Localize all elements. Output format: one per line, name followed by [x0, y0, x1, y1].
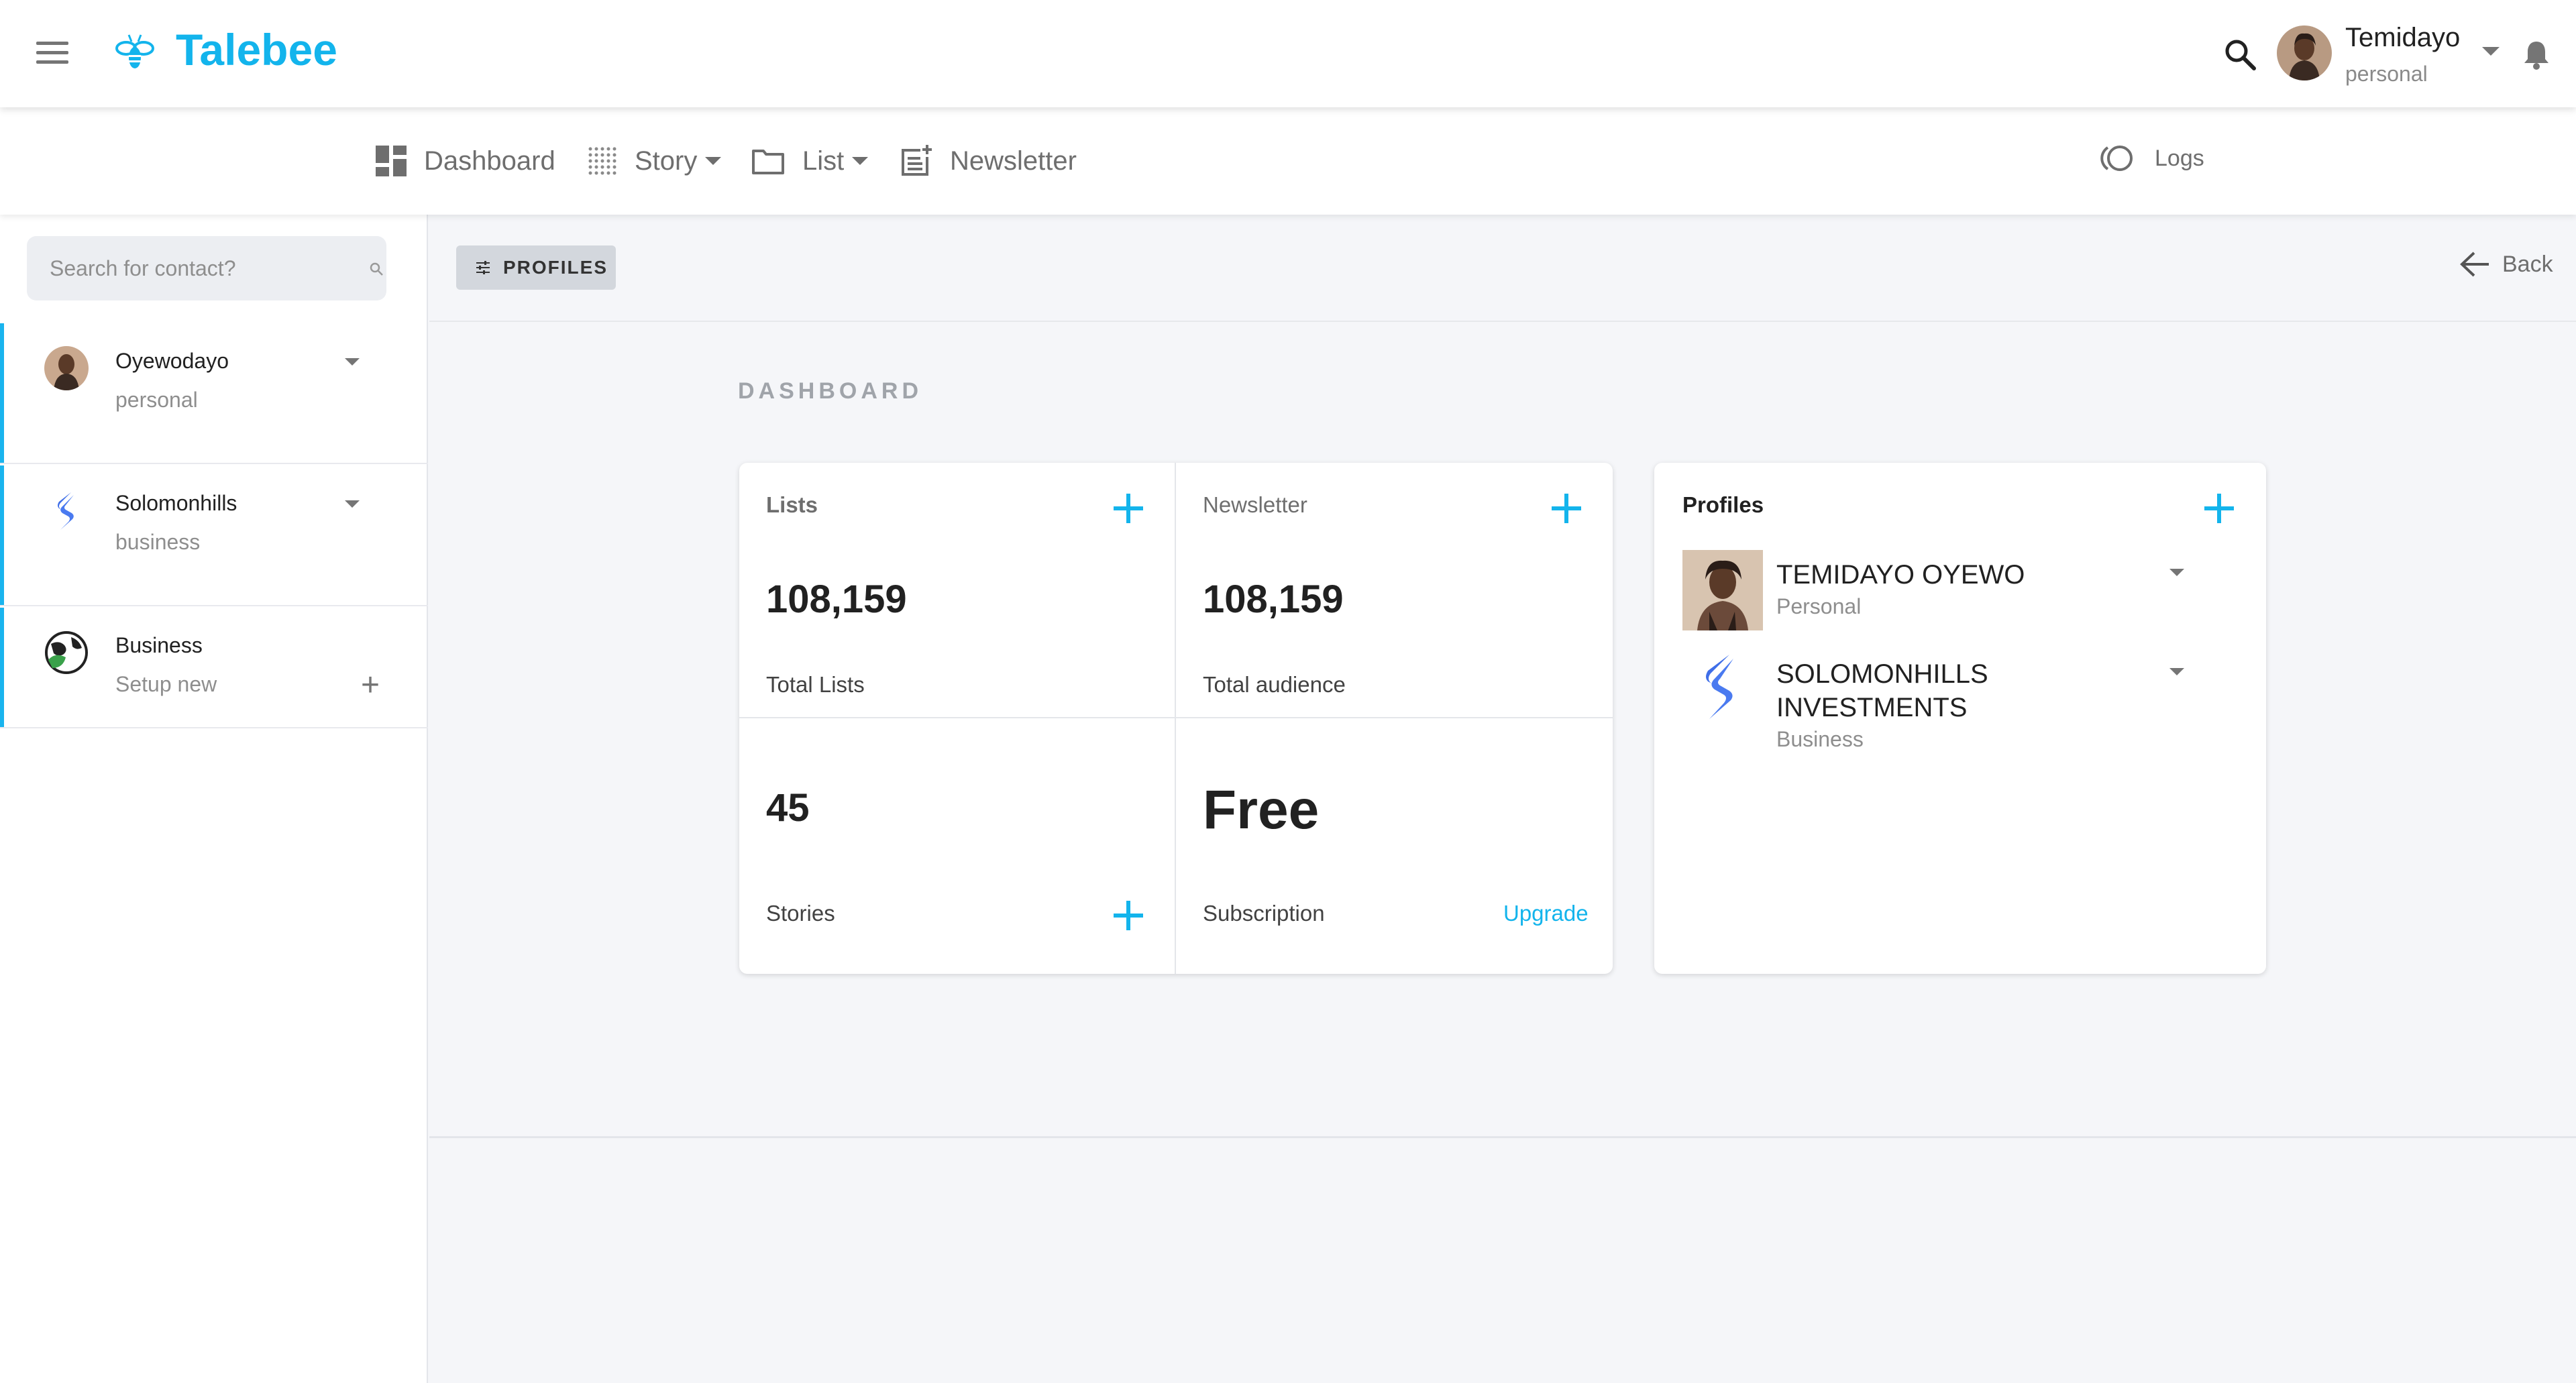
logs-label: Logs: [2155, 145, 2204, 171]
nav-list[interactable]: List: [751, 144, 869, 178]
user-avatar[interactable]: [2277, 25, 2332, 80]
section-title: DASHBOARD: [738, 378, 922, 404]
contact-name: Oyewodayo: [115, 349, 229, 373]
stats-card: Lists 108,159 Total Lists Newsletter 108…: [739, 463, 1613, 974]
stat-value: Free: [1203, 779, 1320, 840]
active-indicator: [0, 465, 4, 605]
profile-name: SOLOMONHILLS INVESTMENTS: [1776, 659, 1988, 722]
add-list-icon[interactable]: [1114, 494, 1143, 523]
stat-lists: Lists 108,159 Total Lists: [739, 463, 1176, 718]
nav-list-label: List: [802, 146, 845, 176]
active-indicator: [0, 323, 4, 463]
dashboard-icon: [376, 146, 407, 176]
profiles-button-label: PROFILES: [503, 257, 608, 278]
chevron-down-icon: [705, 157, 722, 165]
stat-value: 108,159: [1203, 577, 1344, 621]
add-story-icon[interactable]: [1114, 901, 1143, 930]
contact-type: business: [115, 530, 201, 554]
stat-title: Lists: [766, 492, 818, 517]
stat-caption: Total audience: [1203, 672, 1346, 697]
add-newsletter-icon[interactable]: [1552, 494, 1581, 523]
grid-dots-icon: [588, 147, 616, 175]
back-button[interactable]: Back: [2459, 251, 2553, 278]
user-name[interactable]: Temidayo: [2345, 23, 2460, 53]
chevron-down-icon[interactable]: [2169, 569, 2184, 576]
add-profile-icon[interactable]: [2204, 494, 2234, 523]
content-divider: [429, 1136, 2576, 1138]
nav-story-label: Story: [635, 146, 698, 176]
stat-title: Newsletter: [1203, 492, 1307, 517]
newsletter-add-icon: [902, 145, 932, 176]
user-account-type: personal: [2345, 62, 2428, 86]
solomonhills-logo-icon: [58, 492, 74, 530]
stat-value: 108,159: [766, 577, 907, 621]
nav-newsletter-label: Newsletter: [950, 146, 1077, 176]
contact-type: personal: [115, 388, 198, 412]
globe-leaf-icon: [45, 631, 88, 674]
user-menu-caret-icon[interactable]: [2482, 47, 2500, 56]
add-business-icon[interactable]: +: [361, 669, 380, 702]
profile-type: Business: [1776, 727, 1864, 751]
nav-dashboard-label: Dashboard: [424, 146, 555, 176]
top-bar: Talebee Temidayo personal: [0, 0, 2576, 107]
back-label: Back: [2502, 251, 2553, 277]
nav-story[interactable]: Story: [588, 144, 722, 178]
contact-item-business[interactable]: Business Setup new +: [0, 608, 428, 728]
arrow-left-icon: [2460, 252, 2489, 277]
chevron-down-icon[interactable]: [345, 358, 360, 366]
stat-caption: Total Lists: [766, 672, 865, 697]
chevron-down-icon[interactable]: [2169, 668, 2184, 675]
profiles-button[interactable]: PROFILES: [456, 245, 616, 290]
contact-name: Business: [115, 633, 203, 657]
main-header: PROFILES Back: [429, 215, 2576, 322]
chevron-down-icon: [852, 157, 869, 165]
nav-newsletter[interactable]: Newsletter: [900, 144, 1077, 178]
upgrade-link[interactable]: Upgrade: [1503, 901, 1589, 926]
contact-avatar: [44, 346, 89, 390]
contact-item-solomonhills[interactable]: Solomonhills business: [0, 465, 428, 606]
app-logo-text[interactable]: Talebee: [176, 24, 337, 75]
bee-logo-icon: [115, 34, 154, 68]
profile-item-temidayo[interactable]: TEMIDAYO OYEWO Personal: [1682, 550, 2233, 630]
filter-sliders-icon: [476, 261, 490, 274]
hamburger-icon[interactable]: [36, 42, 71, 66]
search-icon[interactable]: [369, 262, 384, 276]
stat-caption: Stories: [766, 901, 835, 926]
contact-type: Setup new: [115, 672, 217, 696]
search-icon[interactable]: [2222, 36, 2259, 74]
stat-stories: 45 Stories: [739, 718, 1176, 974]
logs-toggle[interactable]: Logs: [2097, 144, 2204, 173]
stat-subscription: Free Subscription Upgrade: [1176, 718, 1613, 974]
folder-icon: [752, 150, 784, 174]
contact-item-oyewodayo[interactable]: Oyewodayo personal: [0, 323, 428, 464]
solomonhills-logo-icon: [1706, 655, 1733, 719]
chevron-down-icon[interactable]: [345, 500, 360, 508]
profile-name: TEMIDAYO OYEWO: [1776, 560, 2025, 590]
stat-newsletter: Newsletter 108,159 Total audience: [1176, 463, 1613, 718]
nav-dashboard[interactable]: Dashboard: [376, 144, 555, 178]
profiles-card: Profiles TEMIDAYO OYEWO Personal SOLOMON…: [1654, 463, 2266, 974]
stat-value: 45: [766, 786, 810, 830]
profile-item-solomonhills[interactable]: SOLOMONHILLS INVESTMENTS Business: [1682, 649, 2233, 751]
toggle-icon: [2100, 146, 2133, 171]
contact-search-input[interactable]: [50, 236, 331, 300]
contact-search: [27, 236, 386, 300]
contact-name: Solomonhills: [115, 491, 237, 515]
stat-caption: Subscription: [1203, 901, 1325, 926]
active-indicator: [0, 608, 4, 727]
bell-icon[interactable]: [2522, 39, 2551, 70]
profile-avatar: [1682, 550, 1763, 630]
profiles-card-title: Profiles: [1682, 492, 1764, 517]
sidebar: Oyewodayo personal Solomonhills business…: [0, 215, 428, 1383]
profile-type: Personal: [1776, 594, 1862, 618]
